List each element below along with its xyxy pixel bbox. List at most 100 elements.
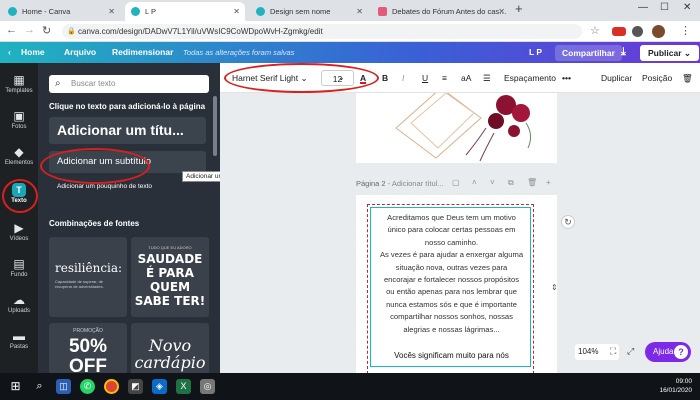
close-icon[interactable]: ✕ (233, 2, 240, 21)
card-title: SAUDADE É PARA QUEM SABE TER! (134, 252, 206, 308)
design-page-1[interactable] (356, 93, 557, 163)
help-label: Ajuda (653, 347, 674, 356)
forward-icon[interactable]: → (24, 24, 35, 36)
app-icon[interactable]: ◎ (200, 379, 215, 394)
browser-tab-lp[interactable]: L P ✕ (125, 2, 245, 21)
text-line: ou então apenas para nos lembrar que (386, 287, 517, 297)
rail-item-elements[interactable]: ◆ Elementos (0, 145, 38, 166)
italic-button[interactable]: I (402, 63, 404, 93)
duplicate-button[interactable]: Duplicar (601, 63, 632, 93)
maximize-button[interactable]: ☐ (660, 2, 669, 13)
new-tab-button[interactable]: + (515, 1, 523, 16)
browser-tab-design[interactable]: Design sem nome ✕ (250, 2, 368, 21)
forum-favicon-icon (378, 7, 387, 16)
browser-tab-forum[interactable]: Debates do Fórum Antes do cas… ✕ (372, 2, 510, 21)
align-center-icon[interactable]: ≡ (442, 63, 447, 93)
more-options-button[interactable]: ••• (562, 63, 571, 93)
save-status: Todas as alterações foram salvas (183, 48, 295, 57)
rotate-handle-icon[interactable]: ↻ (561, 215, 575, 229)
system-clock[interactable]: 09:00 16/01/2020 (659, 377, 692, 395)
menu-icon[interactable]: ⋮ (680, 24, 691, 37)
whatsapp-icon[interactable]: ✆ (80, 379, 95, 394)
panel-hint: Clique no texto para adicioná-lo à págin… (49, 102, 206, 111)
annotation-oval-text-tab (2, 179, 38, 213)
profile-avatar[interactable] (652, 25, 665, 38)
background-icon: ▤ (13, 257, 25, 271)
spacing-button[interactable]: Espaçamento (504, 63, 556, 93)
file-menu[interactable]: Arquivo (64, 42, 96, 63)
help-button[interactable]: Ajuda? (645, 342, 691, 362)
resize-button[interactable]: Redimensionar (112, 42, 173, 63)
add-heading-button[interactable]: Adicionar um títu... (49, 117, 206, 144)
text-line: alegrias e nossas lágrimas... (403, 324, 500, 334)
page-title-placeholder[interactable]: - Adicionar títul... (388, 179, 444, 188)
search-input[interactable]: ⌕ Buscar texto (49, 75, 209, 93)
body-text[interactable]: Acreditamos que Deus tem um motivo único… (373, 212, 530, 336)
trash-icon[interactable]: 🗑 (682, 63, 693, 93)
letter-case-button[interactable]: aA (461, 63, 471, 93)
rail-label: Fotos (11, 124, 27, 130)
list-icon[interactable]: ☰ (483, 63, 491, 93)
underline-button[interactable]: U (422, 63, 428, 93)
reload-icon[interactable]: ↻ (42, 24, 51, 37)
add-page-icon[interactable]: + (546, 178, 551, 187)
text-box[interactable]: Acreditamos que Deus tem um motivo único… (370, 207, 531, 367)
browser-tab-home[interactable]: Home - Canva ✕ (2, 2, 120, 21)
delete-page-icon[interactable]: 🗑 (527, 178, 537, 187)
font-combo-card[interactable]: resiliência: Capacidade de superar, de r… (49, 237, 127, 317)
search-icon[interactable]: ⌕ (32, 379, 47, 394)
grid-view-icon[interactable]: ⛶ (610, 346, 616, 357)
font-combo-card[interactable]: PROMOÇÃO 50% OFF (49, 323, 127, 373)
rail-item-photos[interactable]: ▣ Fotos (0, 109, 38, 130)
rail-item-templates[interactable]: ▦ Templates (0, 73, 38, 94)
font-combo-card[interactable]: Novo cardápio (131, 323, 209, 373)
text-line: situação nova, outras vezes para (395, 262, 508, 272)
excel-icon[interactable]: X (176, 379, 191, 394)
rail-label: Vídeos (9, 236, 29, 242)
close-icon[interactable]: ✕ (498, 2, 505, 21)
font-combo-card[interactable]: TUDO QUE EU ADORO SAUDADE É PARA QUEM SA… (131, 237, 209, 317)
resize-handle-icon[interactable]: ⇕ (551, 283, 558, 292)
app-icon[interactable]: ◩ (128, 379, 143, 394)
chevron-left-icon[interactable]: ‹ (8, 42, 11, 63)
annotation-oval-subtitle (40, 148, 150, 184)
position-button[interactable]: Posição (642, 63, 672, 93)
tab-title: Debates do Fórum Antes do cas… (392, 7, 507, 16)
back-icon[interactable]: ← (6, 24, 17, 36)
design-page-2[interactable]: Acreditamos que Deus tem um motivo único… (356, 195, 557, 373)
minimize-button[interactable]: — (638, 2, 648, 13)
question-icon: ? (674, 345, 688, 359)
bold-button[interactable]: B (382, 63, 388, 93)
folder-icon: ▬ (13, 329, 25, 343)
app-icon[interactable]: ◈ (152, 379, 167, 394)
text-line: encorajar e fortalecer nossos propósitos (383, 275, 520, 285)
star-icon[interactable]: ☆ (590, 24, 600, 37)
copy-page-icon[interactable]: ⧉ (508, 178, 514, 188)
chevron-down-icon[interactable]: ˅ (490, 178, 495, 187)
rail-item-folders[interactable]: ▬ Pastas (0, 329, 38, 350)
extension-icon[interactable] (612, 27, 626, 36)
font-combinations-heading: Combinações de fontes (49, 219, 140, 228)
rail-item-videos[interactable]: ▶ Vídeos (0, 221, 38, 242)
close-window-button[interactable]: ✕ (683, 2, 691, 13)
panel-scrollbar[interactable] (213, 96, 217, 156)
browser-tab-bar: Home - Canva ✕ L P ✕ Design sem nome ✕ D… (0, 0, 700, 21)
fullscreen-icon[interactable]: ⤢ (627, 346, 634, 357)
chevron-up-icon[interactable]: ˄ (472, 178, 477, 187)
share-button[interactable]: Compartilhar (555, 44, 622, 61)
close-icon[interactable]: ✕ (356, 2, 363, 21)
page-number: Página 2 (356, 179, 386, 188)
windows-start-icon[interactable]: ⊞ (8, 379, 23, 394)
chrome-icon[interactable] (104, 379, 119, 394)
close-icon[interactable]: ✕ (108, 2, 115, 21)
user-initials[interactable]: L P (529, 42, 542, 63)
download-icon[interactable]: ⤓ (621, 42, 626, 63)
publish-button[interactable]: Publicar ⌄ (640, 44, 700, 61)
home-button[interactable]: Home (21, 42, 45, 63)
url-field[interactable]: 🔒 canva.com/design/DADwV7L1Yil/uVWsIC9Co… (62, 24, 582, 39)
explorer-app-icon[interactable]: ◫ (56, 379, 71, 394)
extension-icon[interactable] (632, 26, 643, 37)
rail-item-uploads[interactable]: ☁ Uploads (0, 293, 38, 314)
notes-icon[interactable]: ▢ (452, 178, 460, 187)
rail-item-background[interactable]: ▤ Fundo (0, 257, 38, 278)
